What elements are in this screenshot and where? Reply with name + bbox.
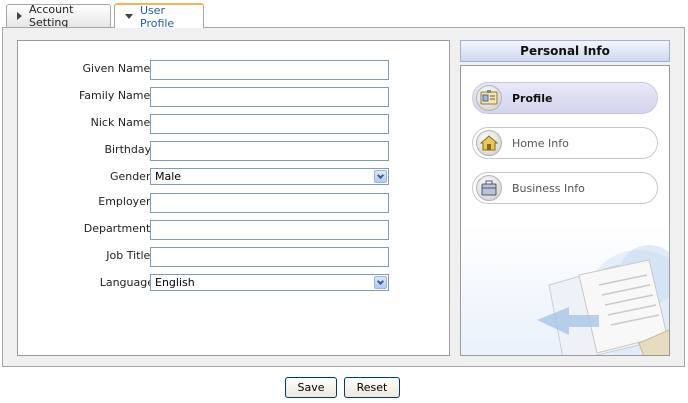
sidebar-item-label: Profile (512, 91, 553, 105)
briefcase-icon (476, 175, 502, 201)
reset-button[interactable]: Reset (344, 377, 400, 398)
language-select[interactable]: English (150, 274, 389, 291)
language-selected-value: English (155, 276, 195, 289)
tab-label: Account Setting (29, 3, 74, 29)
gender-select[interactable]: Male (150, 168, 389, 185)
tab-panel: Given Name: Family Name: Nick Name: Birt… (2, 27, 685, 367)
family-name-row: Family Name: (18, 87, 451, 107)
employer-label: Employer: (98, 195, 154, 208)
language-label: Language (99, 276, 154, 289)
personal-info-sidebar: Profile Home Info Business Info (460, 65, 670, 356)
birthday-row: Birthday: (18, 141, 451, 161)
family-name-input[interactable] (150, 87, 389, 107)
sidebar-item-profile[interactable]: Profile (472, 82, 658, 114)
tab-label: User Profile (140, 3, 175, 30)
collapsed-arrow-icon (17, 12, 22, 20)
tab-account-setting[interactable]: Account Setting (6, 3, 111, 29)
job-title-input[interactable] (150, 247, 389, 267)
department-row: Department: (18, 220, 451, 240)
sidebar-item-home-info[interactable]: Home Info (472, 127, 658, 159)
save-button[interactable]: Save (285, 377, 337, 398)
gender-row: Gender: Male (18, 168, 451, 188)
user-profile-window: Account Setting User Profile Given Name:… (0, 0, 688, 403)
gender-label: Gender: (109, 170, 154, 183)
id-card-icon (476, 85, 502, 111)
employer-row: Employer: (18, 193, 451, 213)
nick-name-label: Nick Name: (90, 116, 154, 129)
given-name-row: Given Name: (18, 60, 451, 80)
job-title-label: Job Title: (106, 249, 154, 262)
documents-illustration (537, 245, 669, 355)
employer-input[interactable] (150, 193, 389, 213)
given-name-input[interactable] (150, 60, 389, 80)
home-icon (476, 130, 502, 156)
sidebar-item-business-info[interactable]: Business Info (472, 172, 658, 204)
personal-info-header: Personal Info (460, 40, 670, 62)
sidebar-title: Personal Info (520, 44, 610, 58)
tab-user-profile[interactable]: User Profile (114, 3, 204, 30)
sidebar-item-label: Home Info (512, 136, 569, 150)
birthday-input[interactable] (150, 141, 389, 161)
dropdown-arrow-icon[interactable] (374, 170, 387, 183)
given-name-label: Given Name: (82, 62, 154, 75)
birthday-label: Birthday: (104, 143, 154, 156)
department-input[interactable] (150, 220, 389, 240)
nick-name-row: Nick Name: (18, 114, 451, 134)
family-name-label: Family Name: (78, 89, 154, 102)
sidebar-item-label: Business Info (512, 181, 585, 195)
job-title-row: Job Title: (18, 247, 451, 267)
gender-selected-value: Male (155, 170, 182, 183)
language-row: Language English (18, 274, 451, 294)
expanded-arrow-icon (125, 14, 133, 19)
nick-name-input[interactable] (150, 114, 389, 134)
department-label: Department: (83, 222, 154, 235)
profile-form: Given Name: Family Name: Nick Name: Birt… (17, 40, 450, 356)
dropdown-arrow-icon[interactable] (374, 276, 387, 289)
